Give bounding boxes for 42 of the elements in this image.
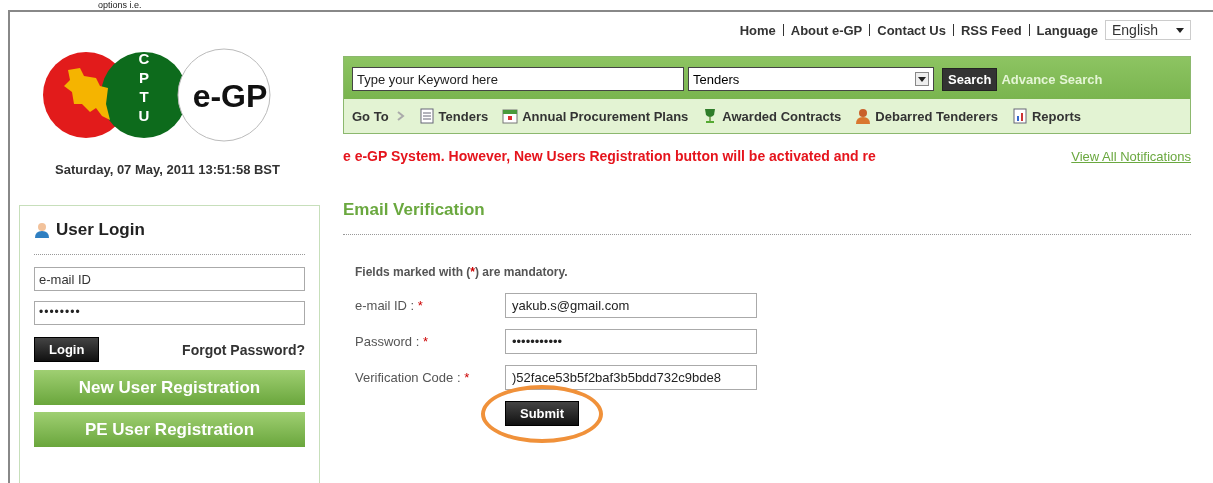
field-label: e-mail ID : * (355, 298, 424, 313)
list-icon (418, 108, 435, 124)
nav-link[interactable]: About e-GP (790, 22, 863, 38)
category-select[interactable]: Tenders (688, 67, 934, 91)
section-title: Email Verification (343, 200, 486, 220)
login-title: User Login (56, 220, 145, 240)
date-time: Saturday, 07 May, 2011 13:51:58 BST (55, 162, 280, 177)
notification-ticker: e e-GP System. However, New Users Registration button will be activated and re (343, 148, 877, 164)
goto-link[interactable]: Tenders (418, 108, 489, 124)
mandatory-note: Fields marked with (*) are mandatory. (355, 265, 569, 279)
submit-button[interactable]: Submit (505, 401, 580, 426)
goto-link[interactable]: Reports (1011, 108, 1082, 124)
logo-acronym: CPTU (138, 50, 149, 124)
login-button[interactable]: Login (34, 337, 100, 362)
nav-link[interactable]: Contact Us (877, 22, 946, 38)
logo-name: e-GP (192, 78, 267, 114)
search-field[interactable]: Type your Keyword here (352, 67, 684, 91)
language-select[interactable]: English (1105, 20, 1191, 40)
email-field[interactable]: e-mail ID (34, 267, 305, 291)
search-button[interactable]: Search (942, 67, 998, 91)
input-field[interactable]: yakub.s@gmail.com (505, 293, 757, 318)
password-field[interactable]: •••••••• (34, 301, 305, 325)
language-label: Language (1036, 22, 1098, 38)
report-icon (1011, 108, 1028, 124)
goto-link[interactable]: Awarded Contracts (702, 108, 842, 124)
caption-text: options i.e. (98, 0, 142, 10)
field-label: Verification Code : * (355, 370, 471, 385)
field-label: Password : * (355, 334, 429, 349)
input-field[interactable]: )52face53b5f2baf3b5bdd732c9bde8 (505, 365, 757, 390)
goto-link[interactable]: Debarred Tenderers (855, 108, 998, 124)
nav-link[interactable]: Home (739, 22, 776, 38)
input-field[interactable]: ••••••••••• (505, 329, 757, 354)
forgot-password-link[interactable]: Forgot Password? (182, 341, 305, 358)
person-icon (855, 108, 872, 124)
dropdown-icon (915, 72, 929, 86)
chevron-icon (396, 111, 405, 121)
goto-label: Go To (352, 108, 389, 124)
user-icon (34, 222, 50, 238)
goto-link[interactable]: Annual Procurement Plans (502, 108, 689, 124)
nav-link[interactable]: RSS Feed (960, 22, 1022, 38)
calendar-icon (502, 108, 519, 124)
caret-icon (1176, 27, 1184, 33)
